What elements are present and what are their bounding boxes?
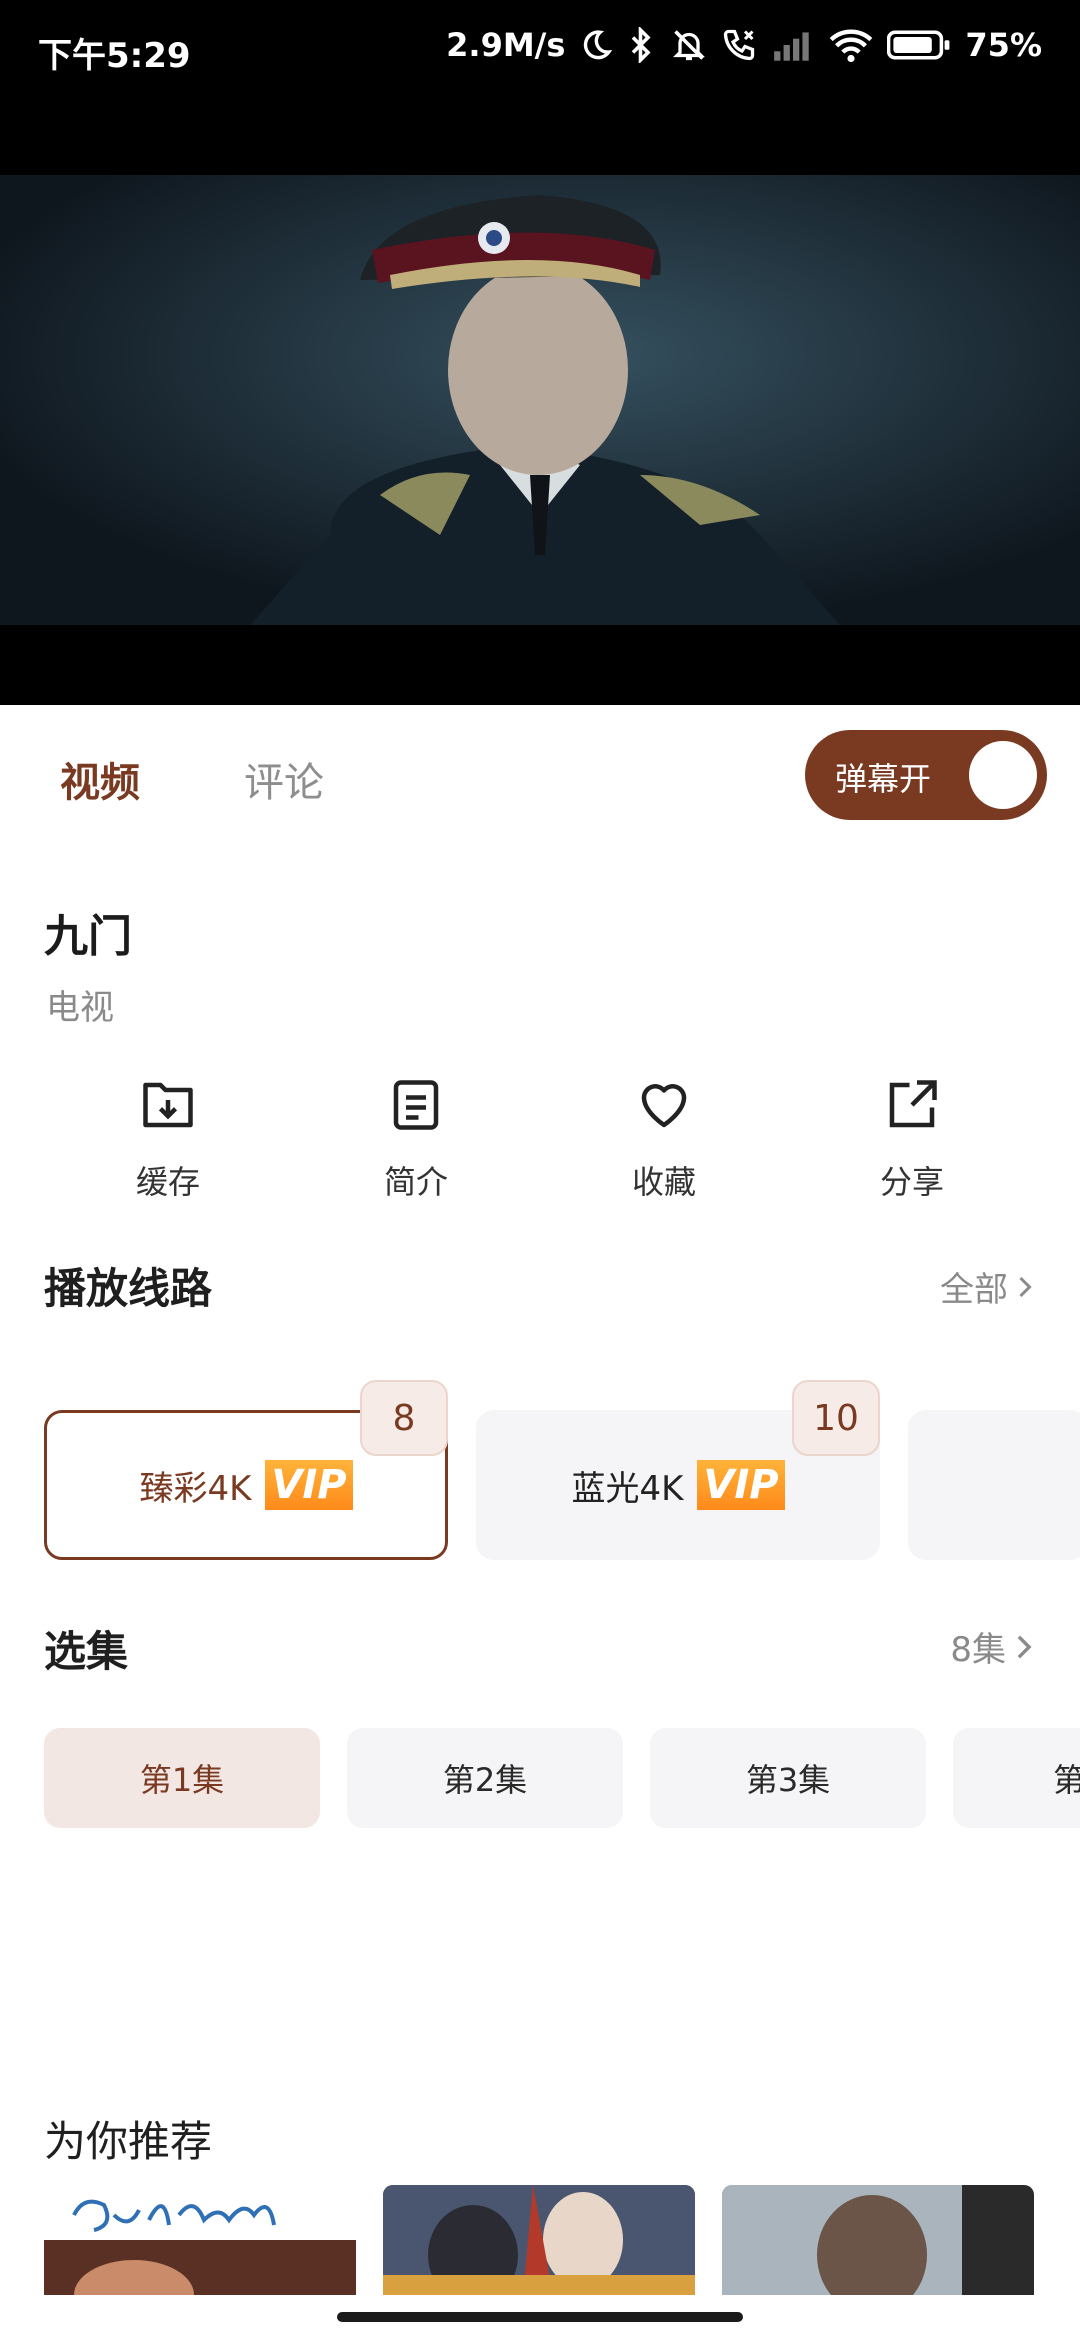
routes-title: 播放线路 xyxy=(44,1264,213,1313)
tab-video[interactable]: 视频 xyxy=(60,750,140,808)
route-name: 臻彩4K xyxy=(139,1468,252,1509)
recommend-item-1[interactable] xyxy=(44,2185,356,2295)
wifi-icon xyxy=(829,27,873,63)
battery-icon xyxy=(887,28,951,62)
heart-icon xyxy=(641,1084,687,1128)
status-bar: 下午5:29 2.9M/s 75% xyxy=(0,0,1080,100)
episode-chip-3[interactable]: 第3集 xyxy=(650,1728,926,1828)
intro-button[interactable]: 简介 xyxy=(336,1075,496,1203)
episodes-title: 选集 xyxy=(44,1627,129,1676)
call-icon xyxy=(721,27,757,63)
routes-more-label: 全部 xyxy=(940,1270,1008,1310)
route-count-badge: 10 xyxy=(792,1380,880,1456)
action-label: 分享 xyxy=(879,1163,944,1201)
share-icon xyxy=(889,1080,937,1128)
muted-bell-icon xyxy=(671,27,707,63)
episode-chip-1[interactable]: 第1集 xyxy=(44,1728,320,1828)
status-icons: 2.9M/s 75% xyxy=(446,26,1042,64)
danmaku-toggle[interactable]: 弹幕开 xyxy=(805,730,1047,820)
episode-list: 第1集 第2集 第3集 第 xyxy=(0,1728,1080,1828)
chevron-right-icon xyxy=(1017,1635,1032,1658)
moon-icon xyxy=(579,28,613,62)
favorite-button[interactable]: 收藏 xyxy=(584,1075,744,1203)
chevron-right-icon xyxy=(1019,1276,1032,1297)
recommend-item-3[interactable] xyxy=(722,2185,1034,2295)
cache-button[interactable]: 缓存 xyxy=(88,1075,248,1203)
home-indicator[interactable] xyxy=(337,2312,743,2322)
vip-badge: VIP xyxy=(697,1460,785,1510)
show-title: 九门 xyxy=(44,911,132,962)
route-name: 蓝光4K xyxy=(571,1468,684,1509)
toggle-knob xyxy=(969,741,1037,809)
routes-more-link[interactable]: 全部 xyxy=(940,1262,1036,1311)
recommend-item-2[interactable] xyxy=(383,2185,695,2295)
recommend-title: 为你推荐 xyxy=(44,2117,213,2166)
detail-tabs: 视频 评论 弹幕开 xyxy=(0,705,1080,845)
video-still-image xyxy=(0,175,1080,625)
show-category: 电视 xyxy=(46,988,114,1028)
vip-badge: VIP xyxy=(265,1460,353,1510)
poster-image xyxy=(722,2185,1034,2295)
bluetooth-icon xyxy=(627,27,657,63)
action-label: 简介 xyxy=(383,1163,448,1201)
action-label: 收藏 xyxy=(631,1163,696,1201)
episodes-more-link[interactable]: 8集 xyxy=(950,1622,1036,1671)
status-time: 下午5:29 xyxy=(38,36,191,76)
battery-level: 75% xyxy=(965,26,1042,64)
danmaku-label: 弹幕开 xyxy=(835,760,932,798)
episodes-count-label: 8集 xyxy=(950,1630,1006,1670)
action-label: 缓存 xyxy=(135,1163,200,1201)
route-count-badge: 8 xyxy=(360,1380,448,1456)
route-list: 臻彩4K VIP 8 蓝光4K VIP 10 xyxy=(0,1380,1080,1560)
document-icon xyxy=(393,1080,439,1130)
video-frame xyxy=(0,175,1080,625)
episode-chip-4[interactable]: 第 xyxy=(953,1728,1080,1828)
action-row: 缓存 简介 收藏 分享 xyxy=(0,1075,1080,1215)
poster-image xyxy=(383,2185,695,2295)
route-partial[interactable] xyxy=(908,1410,1080,1560)
episode-chip-2[interactable]: 第2集 xyxy=(347,1728,623,1828)
poster-image xyxy=(44,2199,356,2295)
video-player[interactable] xyxy=(0,100,1080,705)
recommend-list xyxy=(0,2185,1080,2295)
tab-comments[interactable]: 评论 xyxy=(244,750,324,808)
network-speed: 2.9M/s xyxy=(446,26,566,64)
signal-icon xyxy=(771,29,815,61)
download-folder-icon xyxy=(143,1082,193,1128)
share-button[interactable]: 分享 xyxy=(832,1075,992,1203)
